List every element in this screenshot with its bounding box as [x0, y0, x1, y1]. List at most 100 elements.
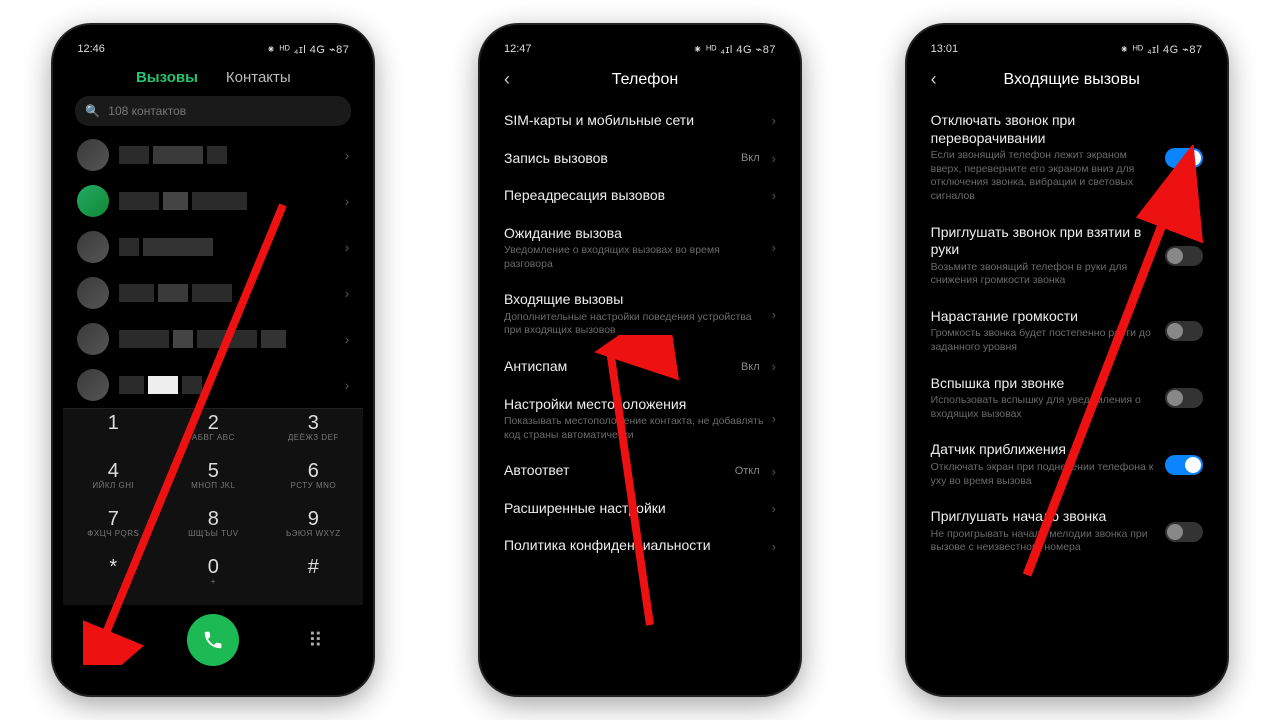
tab-contacts[interactable]: Контакты — [226, 69, 291, 86]
settings-row[interactable]: Расширенные настройки › — [504, 490, 776, 528]
row-label: SIM-карты и мобильные сети — [504, 112, 764, 130]
settings-row[interactable]: Переадресация вызовов › — [504, 177, 776, 215]
dialpad-key-6[interactable]: 6РСТУ MNO — [263, 461, 363, 509]
settings-row[interactable]: Настройки местоположенияПоказывать место… — [504, 386, 776, 453]
status-icons: ⁕ ᴴᴰ ₄ɪl 4G ⌁87 — [266, 43, 349, 56]
dialpad-key-7[interactable]: 7ФХЦЧ PQRS — [63, 509, 163, 557]
toggle[interactable] — [1165, 321, 1203, 341]
dialpad-key-8[interactable]: 8ШЩЪЫ TUV — [163, 509, 263, 557]
row-label: Настройки местоположения — [504, 396, 764, 414]
call-list: › › › › › › — [63, 132, 363, 408]
row-label: Входящие вызовы — [504, 291, 764, 309]
chevron-right-icon: › — [772, 411, 776, 426]
chevron-right-icon[interactable]: › — [345, 285, 350, 301]
status-icons: ⁕ ᴴᴰ ₄ɪl 4G ⌁87 — [693, 43, 776, 56]
row-value: Вкл — [741, 361, 760, 373]
dialpad-key-9[interactable]: 9ЬЭЮЯ WXYZ — [263, 509, 363, 557]
clock: 13:01 — [931, 43, 959, 55]
row-sublabel: Не проигрывать начало мелодии звонка при… — [931, 528, 1157, 555]
settings-row[interactable]: Политика конфиденциальности › — [504, 527, 776, 565]
dialpad-key-0[interactable]: 0+ — [163, 557, 263, 605]
tab-calls[interactable]: Вызовы — [136, 69, 198, 86]
dialpad-key-4[interactable]: 4ИЙКЛ GHI — [63, 461, 163, 509]
list-item[interactable]: › — [63, 224, 363, 270]
chevron-right-icon: › — [772, 539, 776, 554]
row-label: Расширенные настройки — [504, 500, 764, 518]
page-title: Телефон — [514, 71, 776, 89]
list-item[interactable]: › — [63, 270, 363, 316]
search-icon: 🔍 — [85, 104, 100, 118]
row-label: Приглушать звонок при взятии в руки — [931, 224, 1157, 259]
toggle[interactable] — [1165, 246, 1203, 266]
row-sublabel: Использовать вспышку для уведомления о в… — [931, 394, 1157, 421]
search-input[interactable]: 🔍 108 контактов — [75, 96, 351, 126]
list-item[interactable]: › — [63, 316, 363, 362]
chevron-right-icon: › — [772, 188, 776, 203]
settings-row[interactable]: Приглушать начало звонкаНе проигрывать н… — [931, 498, 1203, 565]
row-label: Политика конфиденциальности — [504, 537, 764, 555]
avatar — [77, 277, 109, 309]
row-sublabel: Уведомление о входящих вызовах во время … — [504, 244, 764, 271]
chevron-right-icon[interactable]: › — [345, 147, 350, 163]
dialpad-key-#[interactable]: # — [263, 557, 363, 605]
tabs: Вызовы Контакты — [63, 63, 363, 96]
settings-row[interactable]: Запись вызововВкл› — [504, 140, 776, 178]
chevron-right-icon: › — [772, 113, 776, 128]
status-bar: 13:01 ⁕ ᴴᴰ ₄ɪl 4G ⌁87 — [917, 35, 1217, 63]
settings-row[interactable]: SIM-карты и мобильные сети › — [504, 102, 776, 140]
toggle[interactable] — [1165, 455, 1203, 475]
chevron-right-icon[interactable]: › — [345, 331, 350, 347]
title-bar: ‹ Входящие вызовы — [917, 63, 1217, 102]
settings-row[interactable]: АвтоответОткл› — [504, 452, 776, 490]
toggle[interactable] — [1165, 522, 1203, 542]
avatar — [77, 139, 109, 171]
toggle[interactable] — [1165, 148, 1203, 168]
chevron-right-icon: › — [772, 240, 776, 255]
row-sublabel: Громкость звонка будет постепенно расти … — [931, 327, 1157, 354]
dialpad-key-2[interactable]: 2АБВГ ABC — [163, 413, 263, 461]
status-bar: 12:46 ⁕ ᴴᴰ ₄ɪl 4G ⌁87 — [63, 35, 363, 63]
status-icons: ⁕ ᴴᴰ ₄ɪl 4G ⌁87 — [1120, 43, 1203, 56]
title-bar: ‹ Телефон — [490, 63, 790, 102]
row-value: Вкл — [741, 152, 760, 164]
row-label: Переадресация вызовов — [504, 187, 764, 205]
row-label: Нарастание громкости — [931, 308, 1157, 326]
dialpad-key-5[interactable]: 5МНОП JKL — [163, 461, 263, 509]
row-label: Антиспам — [504, 358, 733, 376]
status-bar: 12:47 ⁕ ᴴᴰ ₄ɪl 4G ⌁87 — [490, 35, 790, 63]
row-value: Откл — [735, 465, 760, 477]
clock: 12:46 — [77, 43, 105, 55]
settings-row[interactable]: АнтиспамВкл› — [504, 348, 776, 386]
row-label: Ожидание вызова — [504, 225, 764, 243]
chevron-right-icon[interactable]: › — [345, 239, 350, 255]
chevron-right-icon[interactable]: › — [345, 377, 350, 393]
chevron-right-icon: › — [772, 501, 776, 516]
row-sublabel: Дополнительные настройки поведения устро… — [504, 311, 764, 338]
row-label: Датчик приближения — [931, 441, 1157, 459]
settings-row[interactable]: Нарастание громкостиГромкость звонка буд… — [931, 298, 1203, 365]
call-button[interactable] — [187, 614, 239, 666]
menu-icon[interactable]: ≡ — [91, 629, 131, 652]
list-item[interactable]: › — [63, 362, 363, 408]
chevron-right-icon[interactable]: › — [345, 193, 350, 209]
dialpad-key-*[interactable]: * — [63, 557, 163, 605]
row-sublabel: Если звонящий телефон лежит экраном ввер… — [931, 149, 1157, 204]
settings-row[interactable]: Отключать звонок при переворачиванииЕсли… — [931, 102, 1203, 214]
avatar — [77, 369, 109, 401]
list-item[interactable]: › — [63, 178, 363, 224]
row-label: Отключать звонок при переворачивании — [931, 112, 1157, 147]
phone-dialer: 12:46 ⁕ ᴴᴰ ₄ɪl 4G ⌁87 Вызовы Контакты 🔍 … — [53, 25, 373, 695]
dialpad-toggle-icon[interactable]: ⠿ — [295, 628, 335, 653]
settings-row[interactable]: Датчик приближения Отключать экран при по… — [931, 431, 1203, 498]
dialpad-key-1[interactable]: 1 — [63, 413, 163, 461]
row-sublabel: Показывать местоположение контакта, не д… — [504, 415, 764, 442]
dialpad-key-3[interactable]: 3ДЕЁЖЗ DEF — [263, 413, 363, 461]
settings-row[interactable]: Ожидание вызоваУведомление о входящих вы… — [504, 215, 776, 282]
toggle[interactable] — [1165, 388, 1203, 408]
row-sublabel: Отключать экран при поднесении телефона … — [931, 461, 1157, 488]
settings-row[interactable]: Вспышка при звонкеИспользовать вспышку д… — [931, 365, 1203, 432]
avatar — [77, 323, 109, 355]
settings-row[interactable]: Приглушать звонок при взятии в рукиВозьм… — [931, 214, 1203, 298]
settings-row[interactable]: Входящие вызовы Дополнительные настройки … — [504, 281, 776, 348]
list-item[interactable]: › — [63, 132, 363, 178]
